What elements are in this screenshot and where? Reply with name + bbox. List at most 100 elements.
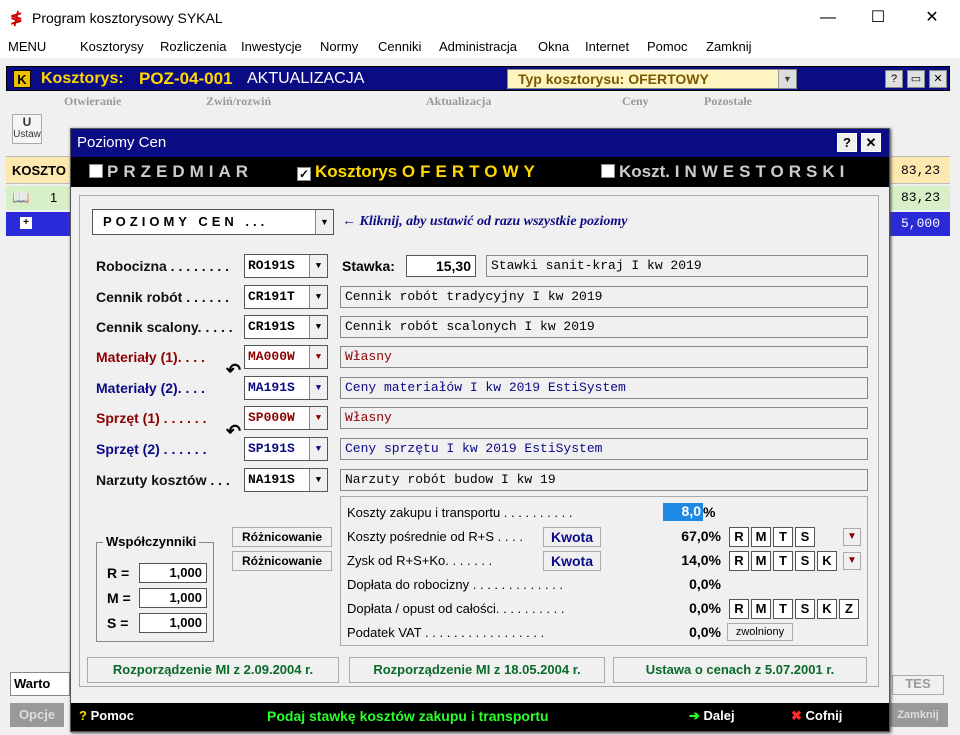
letter-s[interactable]: S bbox=[795, 551, 815, 571]
checkbox-checked-icon[interactable]: ✓ bbox=[297, 167, 311, 181]
menu-item-okna[interactable]: Okna bbox=[538, 39, 569, 54]
kwota-button-zysk[interactable]: Kwota bbox=[543, 551, 601, 571]
mode-inwestorski-label-a: Koszt. bbox=[619, 162, 670, 181]
cofnij-button[interactable]: ✖ Cofnij bbox=[791, 708, 842, 724]
letter-t[interactable]: T bbox=[773, 527, 793, 547]
code-cennik-scalony-select[interactable]: CR191S ▼ bbox=[244, 315, 328, 339]
dalej-button[interactable]: ➔ Dalej bbox=[689, 708, 735, 724]
zamknij-button[interactable]: Zamknij bbox=[888, 703, 948, 727]
chevron-down-icon: ▼ bbox=[778, 70, 796, 88]
group-ceny: Ceny bbox=[622, 94, 649, 108]
code-sprzet-1-select[interactable]: SP000W ▼ bbox=[244, 406, 328, 430]
zakup-value-input[interactable]: 8,0 bbox=[663, 503, 703, 521]
curved-arrow-icon: ↶ bbox=[226, 360, 242, 380]
maximize-button[interactable]: ☐ bbox=[858, 6, 898, 30]
code-cennik-robot-select[interactable]: CR191T ▼ bbox=[244, 285, 328, 309]
vat-value: 0,0% bbox=[689, 624, 721, 640]
dropdown-triangle-icon[interactable]: ▼ bbox=[843, 552, 861, 570]
wspolczynniki-group: Współczynniki R = 1,000 M = 1,000 S = 1,… bbox=[96, 534, 214, 642]
code-materialy-2-select[interactable]: MA191S ▼ bbox=[244, 376, 328, 400]
menu-item-zamknij[interactable]: Zamknij bbox=[706, 39, 752, 54]
label-cennik-robot: Cennik robót . . . . . . bbox=[96, 289, 230, 305]
mode-przedmiar[interactable]: PRZEDMIAR bbox=[89, 162, 253, 182]
wsp-s-label: S = bbox=[107, 615, 129, 631]
wsp-m-input[interactable]: 1,000 bbox=[139, 588, 207, 608]
menu-item-menu[interactable]: MENU bbox=[8, 39, 46, 54]
posrednie-value: 67,0% bbox=[681, 528, 721, 544]
mode-inwestorski-label-b: INWESTORSKI bbox=[674, 162, 850, 181]
code-value: MA191S bbox=[248, 380, 295, 395]
chevron-down-icon: ▼ bbox=[309, 407, 327, 429]
stawka-desc: Stawki sanit-kraj I kw 2019 bbox=[486, 255, 868, 277]
expand-icon[interactable]: + bbox=[20, 217, 32, 229]
close-window-button[interactable]: ✕ bbox=[912, 6, 952, 30]
zwolniony-button[interactable]: zwolniony bbox=[727, 623, 793, 641]
typ-kosztorysu-select[interactable]: Typ kosztorysu: OFERTOWY ▼ bbox=[507, 69, 797, 89]
letter-s[interactable]: S bbox=[795, 527, 815, 547]
letter-r[interactable]: R bbox=[729, 599, 749, 619]
code-value: RO191S bbox=[248, 258, 295, 273]
checkbox-icon[interactable] bbox=[601, 164, 615, 178]
menu-item-internet[interactable]: Internet bbox=[585, 39, 629, 54]
arrow-right-icon: ➔ bbox=[689, 708, 700, 723]
ustaw-button[interactable]: U Ustaw bbox=[12, 114, 42, 144]
poziomy-cen-dialog: Poziomy Cen ? ✕ PRZEDMIAR ✓ Kosztorys OFE… bbox=[70, 128, 890, 732]
close-icon[interactable]: ✕ bbox=[929, 70, 947, 88]
kwota-button-posrednie[interactable]: Kwota bbox=[543, 527, 601, 547]
tab-warto[interactable]: Warto bbox=[10, 672, 70, 696]
poziomy-cen-select[interactable]: POZIOMY CEN ... ▼ bbox=[92, 209, 334, 235]
desc-materialy-1: Własny bbox=[340, 346, 868, 368]
mode-inwestorski[interactable]: Koszt. INWESTORSKI bbox=[601, 162, 849, 182]
dialog-close-button[interactable]: ✕ bbox=[861, 133, 881, 152]
letter-r[interactable]: R bbox=[729, 551, 749, 571]
restore-icon[interactable]: ▭ bbox=[907, 70, 925, 88]
kosztorys-header: K Kosztorys: POZ-04-001 AKTUALIZACJA Typ… bbox=[6, 66, 950, 91]
label-materialy-2: Materiały (2). . . . bbox=[96, 380, 205, 396]
letter-r[interactable]: R bbox=[729, 527, 749, 547]
menu-item-pomoc[interactable]: Pomoc bbox=[647, 39, 687, 54]
roznicowanie-button-1[interactable]: Różnicowanie bbox=[232, 527, 332, 547]
koszto-sum: 83,23 bbox=[900, 163, 940, 178]
reg-button-2[interactable]: Rozporządzenie MI z 18.05.2004 r. bbox=[349, 657, 605, 683]
mode-ofertowy-label-b: OFERTOWY bbox=[401, 162, 540, 181]
letter-m[interactable]: M bbox=[751, 527, 771, 547]
code-robocizna-select[interactable]: RO191S ▼ bbox=[244, 254, 328, 278]
reg-button-3[interactable]: Ustawa o cenach z 5.07.2001 r. bbox=[613, 657, 867, 683]
cost-label-zysk: Zysk od R+S+Ko. . . . . . . bbox=[347, 553, 493, 568]
pomoc-button[interactable]: ? Pomoc bbox=[79, 708, 134, 723]
letter-t[interactable]: T bbox=[773, 599, 793, 619]
letter-z[interactable]: Z bbox=[839, 599, 859, 619]
menu-item-inwestycje[interactable]: Inwestycje bbox=[241, 39, 302, 54]
letter-m[interactable]: M bbox=[751, 599, 771, 619]
letter-k[interactable]: K bbox=[817, 551, 837, 571]
letter-s[interactable]: S bbox=[795, 599, 815, 619]
wsp-s-input[interactable]: 1,000 bbox=[139, 613, 207, 633]
tes-button[interactable]: TES bbox=[892, 675, 944, 695]
reg-button-1[interactable]: Rozporządzenie MI z 2.09.2004 r. bbox=[87, 657, 339, 683]
menu-item-cenniki[interactable]: Cenniki bbox=[378, 39, 421, 54]
wsp-r-input[interactable]: 1,000 bbox=[139, 563, 207, 583]
checkbox-icon[interactable] bbox=[89, 164, 103, 178]
roznicowanie-button-2[interactable]: Różnicowanie bbox=[232, 551, 332, 571]
letter-m[interactable]: M bbox=[751, 551, 771, 571]
dropdown-triangle-icon[interactable]: ▼ bbox=[843, 528, 861, 546]
stawka-label: Stawka: bbox=[342, 258, 395, 274]
minimize-button[interactable]: — bbox=[808, 6, 848, 30]
menu-item-kosztorysy[interactable]: Kosztorysy bbox=[80, 39, 144, 54]
code-narzuty-select[interactable]: NA191S ▼ bbox=[244, 468, 328, 492]
menu-item-administracja[interactable]: Administracja bbox=[439, 39, 517, 54]
letter-t[interactable]: T bbox=[773, 551, 793, 571]
menu-item-rozliczenia[interactable]: Rozliczenia bbox=[160, 39, 226, 54]
group-otwieranie: Otwieranie bbox=[64, 94, 122, 108]
dialog-help-button[interactable]: ? bbox=[837, 133, 857, 152]
code-sprzet-2-select[interactable]: SP191S ▼ bbox=[244, 437, 328, 461]
stawka-input[interactable]: 15,30 bbox=[406, 255, 476, 277]
zysk-value: 14,0% bbox=[681, 552, 721, 568]
mode-ofertowy[interactable]: ✓ Kosztorys OFERTOWY bbox=[297, 162, 540, 182]
code-materialy-1-select[interactable]: MA000W ▼ bbox=[244, 345, 328, 369]
code-value: CR191S bbox=[248, 319, 295, 334]
menu-item-normy[interactable]: Normy bbox=[320, 39, 358, 54]
letter-k[interactable]: K bbox=[817, 599, 837, 619]
help-icon[interactable]: ? bbox=[885, 70, 903, 88]
opcje-button[interactable]: Opcje bbox=[10, 703, 64, 727]
